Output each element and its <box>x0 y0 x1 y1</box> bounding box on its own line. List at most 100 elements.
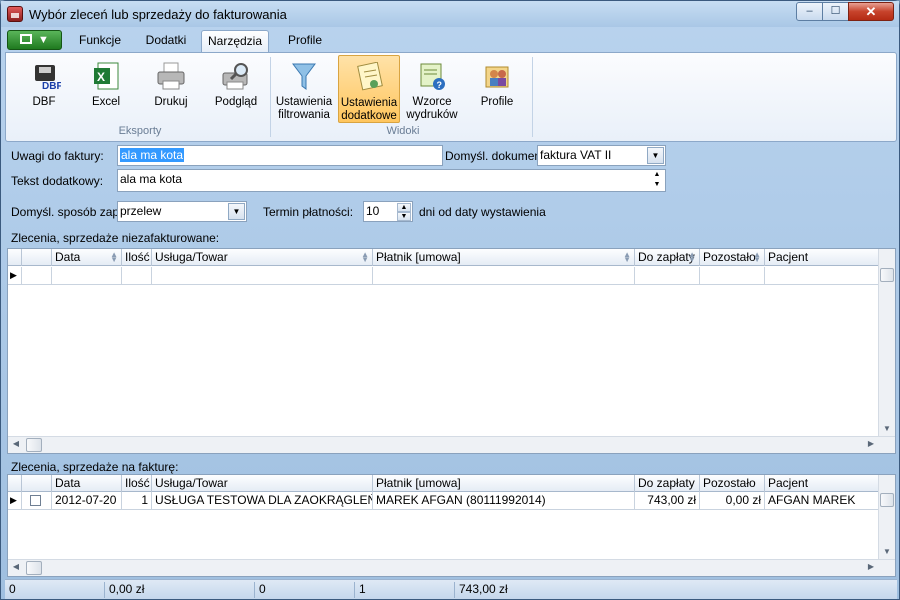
close-button[interactable]: ✕ <box>848 2 894 21</box>
column-header-to-pay[interactable]: Do zapłaty ▲ ▼ <box>635 249 700 266</box>
template-icon: ? <box>420 63 445 90</box>
column-header-patient[interactable]: Pacjent <box>765 249 879 266</box>
excel-export-button[interactable]: X Excel <box>82 55 130 123</box>
checkbox-column-header <box>22 475 52 492</box>
current-row-indicator-icon: ▶ <box>8 267 22 285</box>
new-row[interactable]: ▶ <box>8 267 879 285</box>
document-icon <box>20 34 32 44</box>
scroll-right-icon[interactable]: ▶ <box>863 437 879 451</box>
grid-cell[interactable] <box>122 267 152 285</box>
chevron-down-icon[interactable]: ▼ <box>228 203 245 220</box>
grid-cell[interactable] <box>373 267 635 285</box>
cell-to-pay[interactable]: 743,00 zł <box>635 492 700 510</box>
status-uninvoiced-amount: 0,00 zł <box>105 582 255 598</box>
svg-text:X: X <box>97 70 105 84</box>
extra-settings-button[interactable]: Ustawienia dodatkowe <box>338 55 400 123</box>
column-header-item[interactable]: Usługa/Towar ▲ ▼ <box>152 249 373 266</box>
default-document-select[interactable]: faktura VAT II ▼ <box>537 145 666 166</box>
status-invoice-amount: 743,00 zł <box>459 582 508 596</box>
print-preview-label: Podgląd <box>214 96 258 108</box>
vertical-scrollbar[interactable]: ▼ <box>878 249 895 436</box>
dbf-export-button[interactable]: DBF DBF <box>20 55 68 123</box>
horizontal-scrollbar[interactable]: ◀ ▶ <box>8 436 895 453</box>
payment-method-value: przelew <box>120 204 162 218</box>
scroll-left-icon[interactable]: ◀ <box>8 560 24 574</box>
column-header-patient[interactable]: Pacjent <box>765 475 879 492</box>
grid-cell[interactable] <box>635 267 700 285</box>
sort-icon: ▲ ▼ <box>110 250 118 264</box>
tab-profile[interactable]: Profile <box>277 30 333 52</box>
payment-method-select[interactable]: przelew ▼ <box>117 201 247 222</box>
print-button[interactable]: Drukuj <box>146 55 196 123</box>
app-icon[interactable] <box>7 6 23 22</box>
tab-narzedzia[interactable]: Narzędzia <box>201 30 269 52</box>
scroll-down-icon[interactable]: ▼ <box>879 545 895 559</box>
extra-text-input[interactable]: ala ma kota ▲ ▼ <box>117 169 666 192</box>
scroll-thumb[interactable] <box>880 268 894 282</box>
spin-down-icon[interactable]: ▼ <box>397 212 411 221</box>
filter-settings-line1: Ustawienia <box>275 96 333 108</box>
column-header-qty[interactable]: Ilość <box>122 249 152 266</box>
cell-patient[interactable]: AFGAN MAREK <box>765 492 879 510</box>
cell-remaining[interactable]: 0,00 zł <box>700 492 765 510</box>
column-header-date[interactable]: Data ▲ ▼ <box>52 249 122 266</box>
print-templates-line1: Wzorce <box>412 96 452 108</box>
grid-cell[interactable] <box>52 267 122 285</box>
payment-term-spinner[interactable]: 10 ▲ ▼ <box>363 201 413 222</box>
invoice-grid[interactable]: Data Ilość Usługa/Towar Płatnik [umowa] … <box>7 474 896 577</box>
cell-item[interactable]: USŁUGA TESTOWA DLA ZAOKRĄGLEŃ <box>152 492 373 510</box>
maximize-button[interactable]: ☐ <box>822 2 849 21</box>
profiles-button[interactable]: Profile <box>472 55 522 123</box>
column-header-date[interactable]: Data <box>52 475 122 492</box>
scroll-up-icon[interactable]: ▲ <box>650 171 664 180</box>
scroll-left-icon[interactable]: ◀ <box>8 437 24 451</box>
scroll-down-icon[interactable]: ▼ <box>879 422 895 436</box>
grid-cell[interactable] <box>765 267 879 285</box>
print-preview-button[interactable]: Podgląd <box>210 55 262 123</box>
profiles-label: Profile <box>480 96 514 108</box>
row-indicator-header <box>8 249 22 266</box>
uninvoiced-grid[interactable]: Data ▲ ▼ Ilość Usługa/Towar ▲ ▼ Płatnik [umo… <box>7 248 896 454</box>
scroll-down-icon[interactable]: ▼ <box>650 181 664 190</box>
grid-cell[interactable] <box>700 267 765 285</box>
sort-icon: ▲ ▼ <box>361 250 369 264</box>
checkbox-column-header <box>22 249 52 266</box>
minimize-button[interactable]: – <box>796 2 823 21</box>
row-checkbox-cell[interactable] <box>22 492 52 510</box>
scroll-thumb[interactable] <box>26 561 42 575</box>
scroll-thumb[interactable] <box>880 493 894 507</box>
cell-date[interactable]: 2012-07-20 <box>52 492 122 510</box>
vertical-scrollbar[interactable]: ▼ <box>878 475 895 559</box>
cell-payer[interactable]: MAREK AFGAN (80111992014) <box>373 492 635 510</box>
row-indicator-header <box>8 475 22 492</box>
row-checkbox[interactable] <box>30 495 41 506</box>
scroll-right-icon[interactable]: ▶ <box>863 560 879 574</box>
sort-icon: ▲ ▼ <box>753 250 761 264</box>
notes-input[interactable]: ala ma kota <box>117 145 443 166</box>
print-templates-button[interactable]: ? Wzorce wydruków <box>404 55 460 123</box>
horizontal-scrollbar[interactable]: ◀ ▶ <box>8 559 895 576</box>
title-bar[interactable]: Wybór zleceń lub sprzedaży do fakturowan… <box>1 1 899 27</box>
column-header-remaining-label: Pozostało <box>703 250 756 264</box>
tab-funkcje[interactable]: Funkcje <box>71 30 129 52</box>
column-header-to-pay[interactable]: Do zapłaty <box>635 475 700 492</box>
column-header-remaining[interactable]: Pozostało <box>700 475 765 492</box>
sort-icon: ▲ ▼ <box>688 250 696 264</box>
column-header-payer[interactable]: Płatnik [umowa] ▲ ▼ <box>373 249 635 266</box>
scroll-thumb[interactable] <box>26 438 42 452</box>
filter-icon <box>292 63 316 90</box>
grid-cell[interactable] <box>22 267 52 285</box>
sort-icon: ▲ ▼ <box>623 250 631 264</box>
table-row[interactable]: ▶ 2012-07-20 1 USŁUGA TESTOWA DLA ZAOKRĄ… <box>8 492 879 510</box>
chevron-down-icon[interactable]: ▼ <box>647 147 664 164</box>
tab-dodatki[interactable]: Dodatki <box>137 30 195 52</box>
filter-settings-button[interactable]: Ustawienia filtrowania <box>274 55 334 123</box>
application-menu-button[interactable]: ▼ <box>7 30 62 50</box>
column-header-item[interactable]: Usługa/Towar <box>152 475 373 492</box>
column-header-remaining[interactable]: Pozostało ▲ ▼ <box>700 249 765 266</box>
cell-qty[interactable]: 1 <box>122 492 152 510</box>
column-header-payer[interactable]: Płatnik [umowa] <box>373 475 635 492</box>
grid-cell[interactable] <box>152 267 373 285</box>
column-header-qty[interactable]: Ilość <box>122 475 152 492</box>
spin-up-icon[interactable]: ▲ <box>397 203 411 212</box>
